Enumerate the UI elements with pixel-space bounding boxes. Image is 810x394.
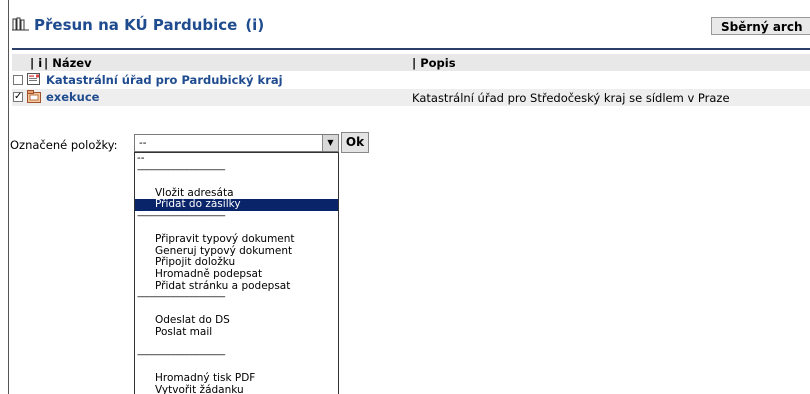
- page-header: Přesun na KÚ Pardubice (i): [12, 15, 810, 35]
- dropdown-option[interactable]: Přidat do zásilky: [135, 199, 338, 211]
- dropdown-separator: ---------------------------------------: [137, 164, 226, 175]
- document-icon: [27, 73, 40, 85]
- dropdown-option[interactable]: Vytvořit žádanku: [135, 384, 338, 394]
- column-header-name[interactable]: | Název: [44, 56, 92, 70]
- dropdown-option[interactable]: --: [135, 153, 338, 165]
- table-row[interactable]: ✓ exekuce Katastrální úřad pro Středočes…: [12, 89, 810, 106]
- page-title-text: Přesun na KÚ Pardubice: [34, 16, 238, 34]
- table-header: | i | Název | Popis: [12, 54, 810, 71]
- row-name-link[interactable]: exekuce: [46, 90, 99, 104]
- marked-items-dropdown-list[interactable]: -- --------------------------------------…: [134, 152, 339, 394]
- chevron-down-icon[interactable]: ▼: [322, 135, 338, 151]
- table-row[interactable]: Katastrální úřad pro Pardubický kraj: [12, 72, 810, 89]
- row-name-link[interactable]: Katastrální úřad pro Pardubický kraj: [46, 73, 283, 87]
- dropdown-separator: ---------------------------------------: [137, 292, 226, 303]
- dropdown-option[interactable]: Poslat mail: [135, 326, 338, 339]
- marked-items-select[interactable]: -- ▼: [134, 134, 339, 152]
- info-link[interactable]: (i): [245, 16, 264, 34]
- dropdown-blank-option: [135, 339, 338, 351]
- dropdown-separator: ---------------------------------------: [137, 350, 226, 361]
- dropdown-option[interactable]: Přidat stránku a podepsat: [135, 280, 338, 293]
- select-current-value: --: [139, 137, 147, 149]
- row-checkbox-checked[interactable]: ✓: [13, 92, 23, 102]
- dropdown-separator: ---------------------------------------: [137, 210, 226, 221]
- dropdown-option[interactable]: Hromadně podepsat: [135, 268, 338, 281]
- dropdown-option[interactable]: Připravit typový dokument: [135, 234, 338, 246]
- column-header-description[interactable]: | Popis: [412, 56, 456, 70]
- marked-items-label: Označené položky:: [10, 138, 118, 152]
- column-header-info[interactable]: | i: [30, 56, 42, 70]
- page-title: Přesun na KÚ Pardubice (i): [34, 16, 264, 34]
- header-divider: [12, 48, 810, 50]
- row-checkbox[interactable]: [13, 75, 23, 85]
- collection-sheet-button[interactable]: Sběrný arch: [711, 17, 810, 35]
- page-left-border: [8, 0, 9, 394]
- books-icon: [12, 17, 29, 31]
- row-description: Katastrální úřad pro Středočeský kraj se…: [412, 91, 730, 105]
- ok-button[interactable]: Ok: [341, 132, 369, 153]
- folder-icon: [27, 90, 41, 103]
